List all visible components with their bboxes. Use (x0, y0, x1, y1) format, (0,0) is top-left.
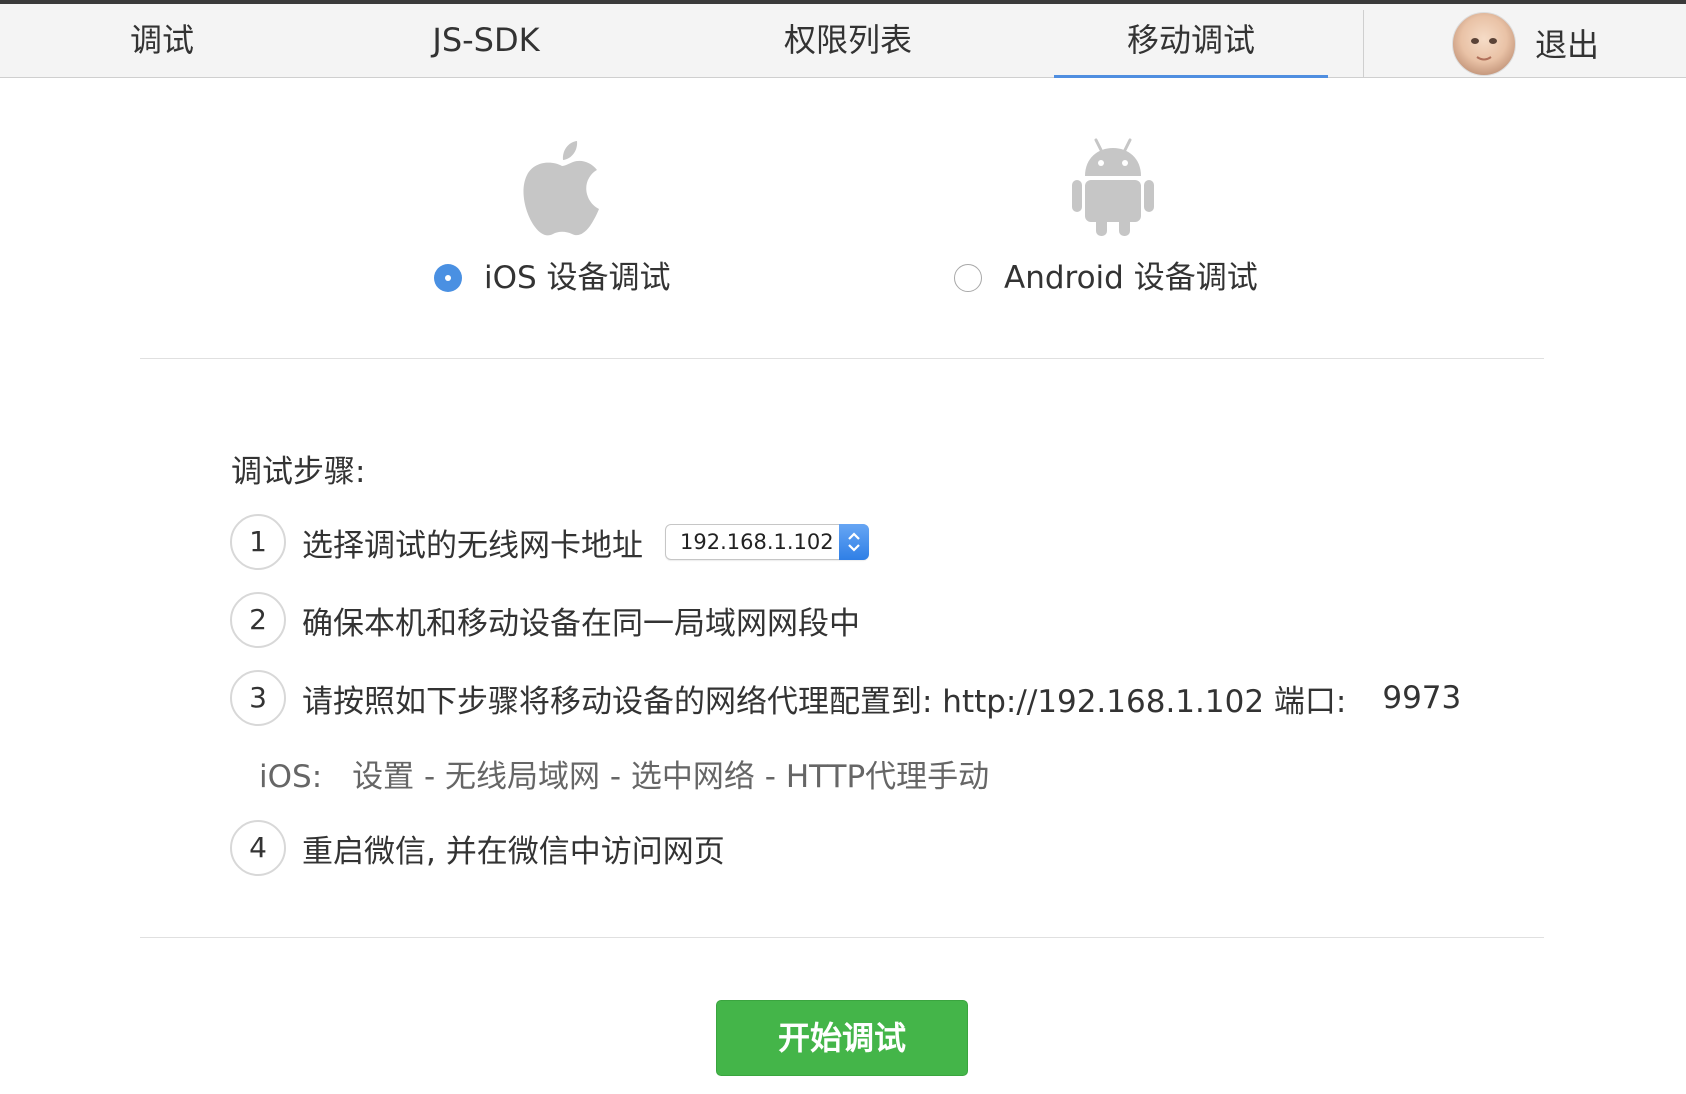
user-avatar[interactable] (1452, 12, 1516, 76)
step-number: 1 (230, 514, 286, 570)
tab-permission-list[interactable]: 权限列表 (648, 4, 1048, 78)
step-number: 2 (230, 592, 286, 648)
steps-title: 调试步骤: (231, 454, 366, 490)
top-nav: 调试 JS-SDK 权限列表 移动调试 退出 (0, 4, 1686, 78)
step-text: 确保本机和移动设备在同一局域网网段中 (302, 605, 860, 642)
android-radio[interactable] (954, 264, 982, 292)
ios-radio-label: iOS 设备调试 (484, 259, 671, 296)
tab-debug[interactable]: 调试 (0, 4, 324, 78)
step-number: 3 (230, 670, 286, 726)
step-4: 4 重启微信, 并在微信中访问网页 (230, 820, 725, 876)
select-arrows-icon[interactable] (839, 524, 869, 560)
avatar-face-icon (1471, 38, 1497, 61)
proxy-port: 9973 (1382, 680, 1462, 716)
ios-proxy-path: iOS: 设置 - 无线局域网 - 选中网络 - HTTP代理手动 (259, 751, 989, 796)
android-radio-label: Android 设备调试 (1004, 259, 1258, 296)
step-text: 选择调试的无线网卡地址 (302, 527, 643, 564)
tab-js-sdk[interactable]: JS-SDK (324, 4, 648, 78)
step-3: 3 请按照如下步骤将移动设备的网络代理配置到: http://192.168.1… (230, 670, 1461, 726)
section-divider-bottom (140, 937, 1544, 938)
apple-icon (523, 141, 599, 236)
ios-path-prefix: iOS: (259, 759, 323, 795)
step-text: 请按照如下步骤将移动设备的网络代理配置到: http://192.168.1.1… (302, 683, 1347, 720)
start-debug-button[interactable]: 开始调试 (716, 1000, 968, 1076)
step-1: 1 选择调试的无线网卡地址 192.168.1.102 (230, 514, 869, 570)
step-text: 重启微信, 并在微信中访问网页 (302, 833, 725, 870)
android-icon (1072, 138, 1154, 236)
step-2: 2 确保本机和移动设备在同一局域网网段中 (230, 592, 860, 648)
ios-debug-option[interactable]: iOS 设备调试 (434, 252, 671, 296)
nav-divider (1363, 10, 1364, 78)
section-divider-top (140, 358, 1544, 359)
tab-mobile-debug[interactable]: 移动调试 (1054, 4, 1328, 78)
ip-address-value: 192.168.1.102 (680, 530, 834, 554)
ios-radio[interactable] (434, 264, 462, 292)
ios-path-text: 设置 - 无线局域网 - 选中网络 - HTTP代理手动 (352, 759, 990, 795)
android-debug-option[interactable]: Android 设备调试 (954, 252, 1258, 296)
step-number: 4 (230, 820, 286, 876)
ip-address-select[interactable]: 192.168.1.102 (665, 524, 869, 560)
logout-button[interactable]: 退出 (1535, 8, 1599, 82)
